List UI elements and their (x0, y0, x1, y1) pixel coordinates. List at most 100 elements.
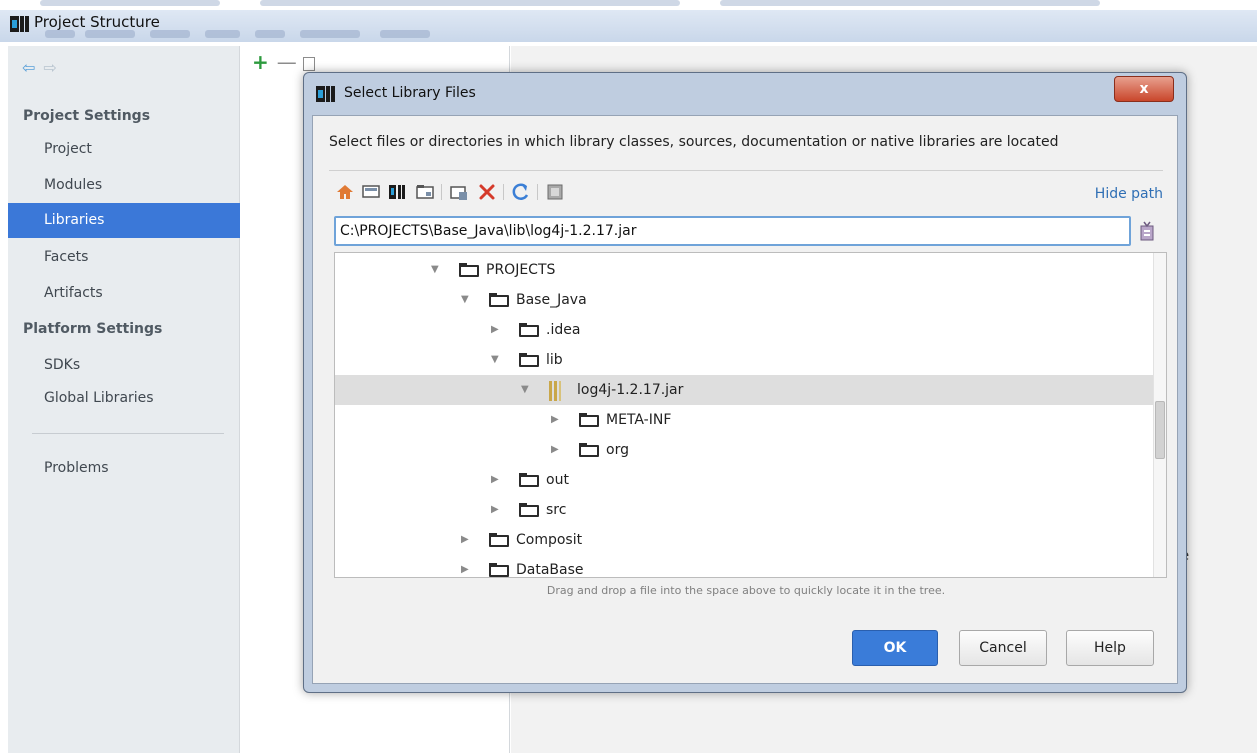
menu-item-blurred[interactable] (85, 30, 135, 38)
expand-arrow-icon[interactable]: ▼ (461, 285, 473, 315)
tree-item-base-java[interactable]: ▼ Base_Java (335, 285, 1155, 315)
add-library-icon[interactable]: + (252, 50, 269, 74)
blurred-text (40, 0, 220, 6)
collapse-arrow-icon[interactable]: ▶ (491, 315, 503, 345)
project-icon[interactable] (387, 182, 407, 202)
toolbar-separator (441, 184, 442, 200)
description-divider (329, 170, 1163, 171)
tree-item-label: META-INF (606, 412, 672, 428)
scrollbar-thumb[interactable] (1155, 401, 1165, 459)
project-settings-header: Project Settings (23, 108, 151, 124)
delete-icon[interactable] (477, 182, 497, 202)
ok-button[interactable]: OK (852, 630, 938, 666)
tree-item-label: DataBase (516, 562, 584, 578)
folder-icon (519, 473, 539, 487)
expand-arrow-icon[interactable]: ▼ (491, 345, 503, 375)
dialog-title: Select Library Files (344, 85, 476, 101)
sidebar-item-artifacts[interactable]: Artifacts (8, 276, 240, 311)
tree-item-label: Composit (516, 532, 583, 548)
tree-item-out[interactable]: ▶ out (335, 465, 1155, 495)
tree-item-projects[interactable]: ▼ PROJECTS (335, 255, 1155, 285)
tree-item-label: Base_Java (516, 292, 587, 308)
refresh-icon[interactable] (511, 182, 531, 202)
intellij-logo-icon (316, 86, 336, 102)
blurred-text (260, 0, 680, 6)
collapse-arrow-icon[interactable]: ▶ (491, 465, 503, 495)
folder-icon (579, 413, 599, 427)
libraries-toolbar: + — (252, 50, 315, 74)
toolbar-separator (503, 184, 504, 200)
back-arrow-icon[interactable]: ⇦ (22, 58, 43, 77)
collapse-arrow-icon[interactable]: ▶ (551, 435, 563, 465)
collapse-arrow-icon[interactable]: ▶ (461, 525, 473, 555)
tree-item-lib[interactable]: ▼ lib (335, 345, 1155, 375)
hide-path-link[interactable]: Hide path (1095, 186, 1163, 202)
cancel-button[interactable]: Cancel (959, 630, 1047, 666)
tree-item-idea[interactable]: ▶ .idea (335, 315, 1155, 345)
sidebar-item-modules[interactable]: Modules (8, 168, 240, 203)
module-icon[interactable] (415, 182, 435, 202)
file-tree[interactable]: ▼ PROJECTS ▼ Base_Java ▶ .idea ▼ lib ▼ l… (334, 252, 1167, 578)
tree-item-label: PROJECTS (486, 262, 556, 278)
project-structure-sidebar: ⇦⇨ Project Settings Project Modules Libr… (8, 46, 240, 753)
show-hidden-icon[interactable] (545, 182, 565, 202)
path-history-icon[interactable] (1139, 220, 1155, 242)
folder-icon (579, 443, 599, 457)
sidebar-item-global-libraries[interactable]: Global Libraries (8, 381, 240, 416)
tree-item-label: org (606, 442, 629, 458)
collapse-arrow-icon[interactable]: ▶ (491, 495, 503, 525)
folder-icon (489, 533, 509, 547)
menu-item-blurred[interactable] (300, 30, 360, 38)
menu-item-blurred[interactable] (380, 30, 430, 38)
menu-item-blurred[interactable] (205, 30, 240, 38)
tree-item-src[interactable]: ▶ src (335, 495, 1155, 525)
tree-item-label: log4j-1.2.17.jar (577, 382, 684, 398)
tree-item-label: .idea (546, 322, 581, 338)
folder-icon (459, 263, 479, 277)
expand-arrow-icon[interactable]: ▼ (521, 375, 533, 405)
toolbar-separator (537, 184, 538, 200)
menu-item-blurred[interactable] (150, 30, 190, 38)
window-title: Project Structure (34, 13, 160, 31)
tree-item-database[interactable]: ▶ DataBase (335, 555, 1155, 578)
folder-icon (489, 563, 509, 577)
tree-item-org[interactable]: ▶ org (335, 435, 1155, 465)
folder-icon (489, 293, 509, 307)
window-title-bar: Project Structure (0, 10, 1257, 42)
sidebar-item-facets[interactable]: Facets (8, 240, 240, 275)
home-icon[interactable] (335, 182, 355, 202)
background-document-strip (0, 0, 1257, 10)
collapse-arrow-icon[interactable]: ▶ (551, 405, 563, 435)
menu-item-blurred[interactable] (255, 30, 285, 38)
collapse-arrow-icon[interactable]: ▶ (461, 555, 473, 577)
menu-item-blurred[interactable] (45, 30, 75, 38)
remove-library-icon[interactable]: — (277, 50, 297, 74)
intellij-logo-icon (10, 16, 30, 32)
tree-item-meta-inf[interactable]: ▶ META-INF (335, 405, 1155, 435)
tree-item-label: src (546, 502, 567, 518)
sidebar-item-problems[interactable]: Problems (8, 451, 240, 486)
tree-item-log4j-jar[interactable]: ▼ log4j-1.2.17.jar (335, 375, 1155, 405)
new-folder-icon[interactable] (449, 182, 469, 202)
select-library-files-dialog: Select Library Files x Select files or d… (303, 72, 1187, 693)
sidebar-item-libraries[interactable]: Libraries (8, 203, 240, 238)
folder-icon (519, 353, 539, 367)
dialog-description: Select files or directories in which lib… (329, 134, 1059, 150)
forward-arrow-icon[interactable]: ⇨ (43, 58, 64, 77)
sidebar-item-sdks[interactable]: SDKs (8, 348, 240, 383)
expand-arrow-icon[interactable]: ▼ (431, 255, 443, 285)
folder-icon (519, 503, 539, 517)
tree-scrollbar[interactable] (1153, 253, 1166, 577)
blurred-text (720, 0, 1100, 6)
close-icon[interactable]: x (1114, 76, 1174, 102)
desktop-icon[interactable] (361, 182, 381, 202)
navigation-arrows: ⇦⇨ (22, 58, 65, 77)
dialog-body: Select files or directories in which lib… (312, 115, 1178, 684)
path-input[interactable] (334, 216, 1131, 246)
copy-library-icon[interactable] (302, 56, 315, 71)
help-button[interactable]: Help (1066, 630, 1154, 666)
sidebar-item-project[interactable]: Project (8, 132, 240, 167)
tree-item-label: lib (546, 352, 563, 368)
drag-drop-hint: Drag and drop a file into the space abov… (546, 584, 946, 597)
tree-item-composit[interactable]: ▶ Composit (335, 525, 1155, 555)
